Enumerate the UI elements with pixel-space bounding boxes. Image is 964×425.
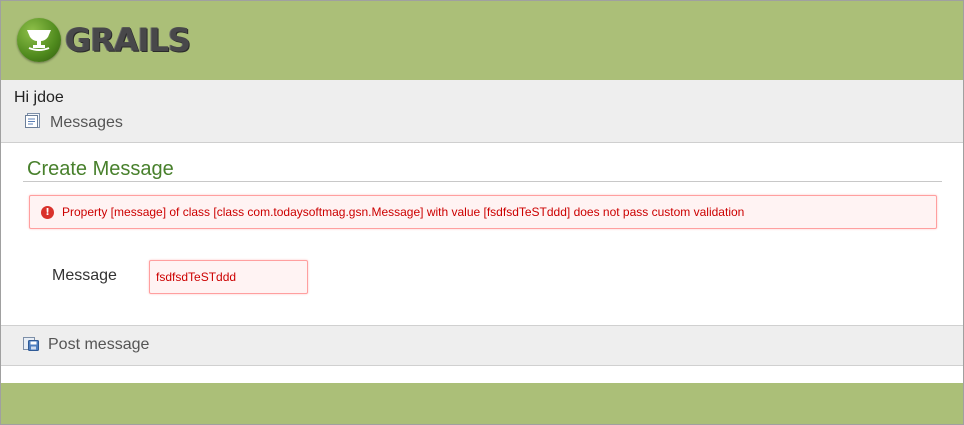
messages-link-label: Messages (50, 114, 123, 131)
messages-link[interactable]: Messages (24, 112, 123, 134)
app-window: GRAILS Hi jdoe Messages Create Message !… (0, 0, 964, 425)
footer (1, 383, 963, 424)
logo-text: GRAILS (65, 21, 191, 59)
page-title: Create Message (27, 158, 174, 180)
user-greeting: Hi jdoe (14, 89, 64, 106)
error-message-text: Property [message] of class [class com.t… (62, 205, 745, 219)
post-message-label: Post message (48, 335, 150, 353)
post-message-button[interactable]: Post message (22, 334, 149, 355)
messages-list-icon (24, 112, 41, 134)
message-field-label: Message (52, 267, 117, 284)
error-icon: ! (41, 205, 54, 219)
save-icon (22, 334, 40, 355)
header: GRAILS (1, 1, 963, 80)
button-bar: Post message (1, 325, 963, 366)
message-input[interactable] (149, 260, 308, 294)
error-message-box: ! Property [message] of class [class com… (29, 195, 937, 229)
grails-cup-icon (17, 18, 61, 62)
navbar: Hi jdoe Messages (1, 80, 963, 143)
grails-logo[interactable]: GRAILS (17, 17, 191, 63)
title-divider (23, 181, 942, 182)
